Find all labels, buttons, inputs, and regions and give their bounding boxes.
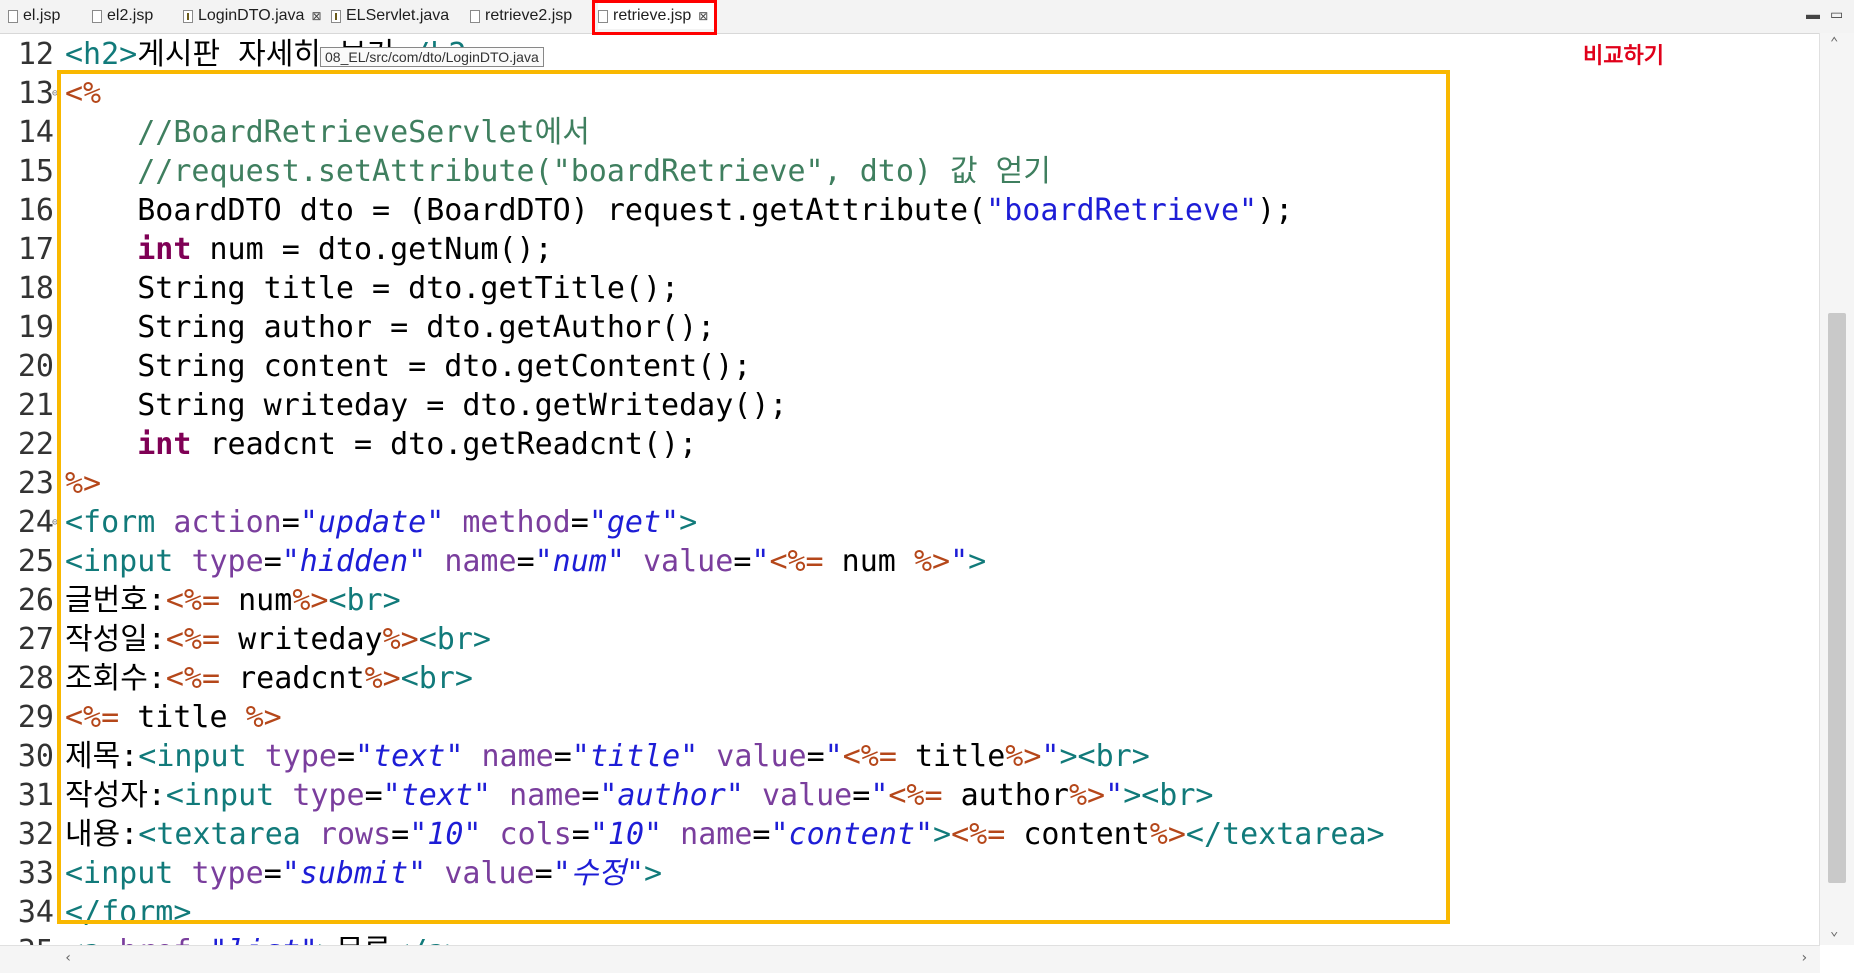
active-tab-highlight xyxy=(592,0,717,35)
line-number: 18 xyxy=(17,271,54,306)
code-text: <a href="list">목록</a> xyxy=(65,932,463,945)
line-number: 28 xyxy=(17,661,54,696)
tab-retrieve2-jsp[interactable]: retrieve2.jsp xyxy=(470,3,572,29)
horizontal-scrollbar[interactable]: ‹ › xyxy=(0,945,1820,973)
file-path-tooltip: 08_EL/src/com/dto/LoginDTO.java xyxy=(320,47,544,67)
code-block-highlight xyxy=(57,70,1450,924)
close-icon[interactable]: ⊠ xyxy=(311,9,321,23)
vertical-scrollbar[interactable]: ⌃ ⌄ xyxy=(1819,33,1854,945)
code-token: > xyxy=(318,934,336,945)
jsp-file-icon xyxy=(8,9,18,23)
line-number: 25 xyxy=(17,544,54,579)
line-number: 24 xyxy=(17,505,54,540)
line-number: 27 xyxy=(17,622,54,657)
code-token: "list" xyxy=(210,934,318,945)
java-file-icon xyxy=(183,9,193,23)
code-token: <a xyxy=(65,934,119,945)
line-number: 30 xyxy=(17,739,54,774)
java-file-icon xyxy=(331,9,341,23)
maximize-icon[interactable]: ▭ xyxy=(1830,6,1843,23)
line-number: 23 xyxy=(17,466,54,501)
code-token: <h2> xyxy=(65,37,138,72)
scroll-up-icon[interactable]: ⌃ xyxy=(1830,35,1838,51)
tab-el-jsp[interactable]: el.jsp xyxy=(8,3,60,29)
line-number: 15 xyxy=(17,154,54,189)
line-number: 16 xyxy=(17,193,54,228)
line-number: 14 xyxy=(17,115,54,150)
compare-annotation: 비교하기 xyxy=(1583,44,1664,69)
line-number: 21 xyxy=(17,388,54,423)
tab-logindto-java[interactable]: LoginDTO.java ⊠ xyxy=(183,3,322,29)
code-token: = xyxy=(191,934,209,945)
tab-label: el.jsp xyxy=(23,7,61,24)
scrollbar-thumb[interactable] xyxy=(1828,313,1846,883)
tab-elservlet-java[interactable]: ELServlet.java xyxy=(331,3,449,29)
line-number: 29 xyxy=(17,700,54,735)
tab-label: retrieve2.jsp xyxy=(485,7,573,24)
line-number: 35 xyxy=(12,932,54,945)
code-token: href xyxy=(119,934,191,945)
jsp-file-icon xyxy=(92,9,102,23)
tab-label: ELServlet.java xyxy=(346,7,450,24)
line-number: 13 xyxy=(17,76,54,111)
editor-tab-bar: el.jsp el2.jsp LoginDTO.java ⊠ ELServlet… xyxy=(0,0,1854,35)
line-number: 22 xyxy=(17,427,54,462)
scroll-down-icon[interactable]: ⌄ xyxy=(1830,923,1838,939)
jsp-file-icon xyxy=(470,9,480,23)
line-number: 33 xyxy=(17,856,54,891)
line-number: 26 xyxy=(17,583,54,618)
scroll-right-icon[interactable]: › xyxy=(1800,950,1808,966)
code-token: </a> xyxy=(391,934,463,945)
tab-el2-jsp[interactable]: el2.jsp xyxy=(92,3,153,29)
code-token: 목록 xyxy=(336,934,391,945)
line-number: 32 xyxy=(17,817,54,852)
line-number: 12 xyxy=(17,37,54,72)
tab-label: LoginDTO.java xyxy=(198,7,305,24)
line-number: 20 xyxy=(17,349,54,384)
tab-label: el2.jsp xyxy=(107,7,154,24)
line-number: 31 xyxy=(17,778,54,813)
minimize-icon[interactable]: ▬ xyxy=(1806,6,1820,22)
line-number: 34 xyxy=(17,895,54,930)
line-number: 19 xyxy=(17,310,54,345)
line-number: 17 xyxy=(17,232,54,267)
scroll-left-icon[interactable]: ‹ xyxy=(64,950,72,966)
